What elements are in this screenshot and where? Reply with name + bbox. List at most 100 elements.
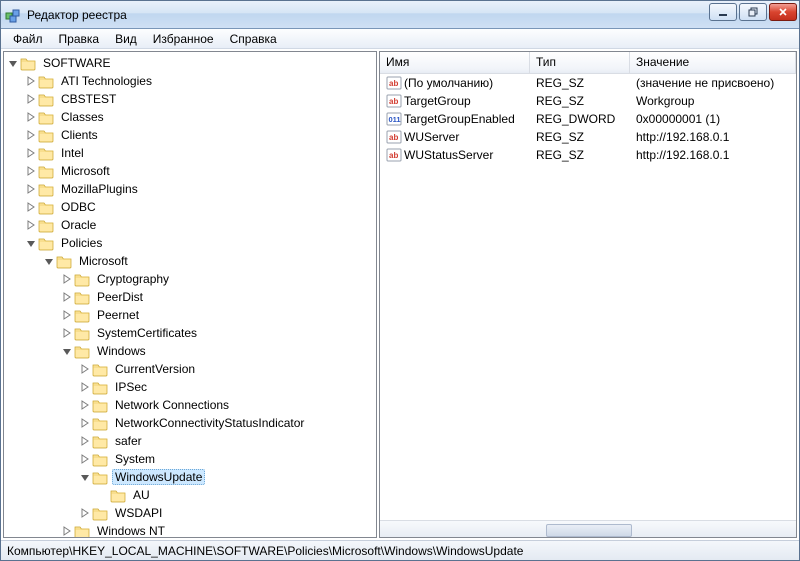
- chevron-down-icon[interactable]: [60, 344, 74, 358]
- folder-icon: [92, 397, 108, 413]
- folder-icon: [38, 109, 54, 125]
- maximize-button[interactable]: [739, 3, 767, 21]
- chevron-right-icon[interactable]: [60, 326, 74, 340]
- tree-node-windowsupdate[interactable]: WindowsUpdate: [76, 468, 376, 486]
- statusbar: Компьютер\HKEY_LOCAL_MACHINE\SOFTWARE\Po…: [1, 540, 799, 560]
- tree-node-software[interactable]: SOFTWARE: [4, 54, 376, 72]
- menu-view[interactable]: Вид: [107, 30, 145, 48]
- chevron-right-icon[interactable]: [24, 128, 38, 142]
- folder-icon: [38, 235, 54, 251]
- tree-node-policies-microsoft[interactable]: Microsoft: [40, 252, 376, 270]
- folder-icon: [92, 361, 108, 377]
- horizontal-scrollbar[interactable]: [380, 520, 796, 537]
- tree-node-netconn[interactable]: Network Connections: [76, 396, 376, 414]
- value-data: http://192.168.0.1: [630, 129, 796, 145]
- tree-node-oracle[interactable]: Oracle: [22, 216, 376, 234]
- folder-icon: [38, 145, 54, 161]
- list-row[interactable]: (По умолчанию)REG_SZ(значение не присвое…: [380, 74, 796, 92]
- folder-icon: [74, 325, 90, 341]
- tree-node-peernet[interactable]: Peernet: [58, 306, 376, 324]
- titlebar: Редактор реестра: [1, 1, 799, 29]
- chevron-right-icon[interactable]: [60, 290, 74, 304]
- column-header-value[interactable]: Значение: [630, 52, 796, 73]
- window-title: Редактор реестра: [27, 8, 127, 22]
- folder-icon: [92, 469, 108, 485]
- tree-node-ipsec[interactable]: IPSec: [76, 378, 376, 396]
- chevron-right-icon[interactable]: [78, 434, 92, 448]
- folder-icon: [38, 91, 54, 107]
- chevron-right-icon[interactable]: [78, 506, 92, 520]
- folder-icon: [92, 379, 108, 395]
- folder-icon: [92, 451, 108, 467]
- chevron-right-icon[interactable]: [24, 74, 38, 88]
- menu-help[interactable]: Справка: [222, 30, 285, 48]
- chevron-right-icon[interactable]: [24, 182, 38, 196]
- menu-edit[interactable]: Правка: [51, 30, 108, 48]
- main-split: SOFTWARE ATI Technologies CBSTEST Classe…: [1, 49, 799, 540]
- tree-node-wsdapi[interactable]: WSDAPI: [76, 504, 376, 522]
- chevron-right-icon[interactable]: [24, 200, 38, 214]
- column-header-type[interactable]: Тип: [530, 52, 630, 73]
- tree-node-clients[interactable]: Clients: [22, 126, 376, 144]
- menubar: Файл Правка Вид Избранное Справка: [1, 29, 799, 49]
- folder-icon: [38, 217, 54, 233]
- chevron-right-icon[interactable]: [24, 218, 38, 232]
- tree-node-ati[interactable]: ATI Technologies: [22, 72, 376, 90]
- chevron-down-icon[interactable]: [78, 470, 92, 484]
- chevron-right-icon[interactable]: [78, 362, 92, 376]
- tree-node-windowsnt[interactable]: Windows NT: [58, 522, 376, 538]
- list-row[interactable]: TargetGroupEnabledREG_DWORD0x00000001 (1…: [380, 110, 796, 128]
- tree-panel[interactable]: SOFTWARE ATI Technologies CBSTEST Classe…: [3, 51, 377, 538]
- menu-favorites[interactable]: Избранное: [145, 30, 222, 48]
- menu-file[interactable]: Файл: [5, 30, 51, 48]
- chevron-right-icon[interactable]: [24, 164, 38, 178]
- chevron-right-icon[interactable]: [78, 380, 92, 394]
- tree-node-mozilla[interactable]: MozillaPlugins: [22, 180, 376, 198]
- string-value-icon: [386, 129, 402, 145]
- tree-node-peerdist[interactable]: PeerDist: [58, 288, 376, 306]
- value-type: REG_DWORD: [530, 111, 630, 127]
- tree-node-microsoft-top[interactable]: Microsoft: [22, 162, 376, 180]
- string-value-icon: [386, 147, 402, 163]
- chevron-down-icon[interactable]: [6, 56, 20, 70]
- folder-icon: [56, 253, 72, 269]
- tree-node-intel[interactable]: Intel: [22, 144, 376, 162]
- chevron-right-icon[interactable]: [24, 92, 38, 106]
- tree-node-au[interactable]: AU: [94, 486, 376, 504]
- column-header-name[interactable]: Имя: [380, 52, 530, 73]
- chevron-right-icon[interactable]: [24, 110, 38, 124]
- chevron-right-icon[interactable]: [24, 146, 38, 160]
- chevron-down-icon[interactable]: [24, 236, 38, 250]
- tree-node-safer[interactable]: safer: [76, 432, 376, 450]
- tree-node-cryptography[interactable]: Cryptography: [58, 270, 376, 288]
- tree-node-system[interactable]: System: [76, 450, 376, 468]
- list-row[interactable]: TargetGroupREG_SZWorkgroup: [380, 92, 796, 110]
- list-row[interactable]: WUStatusServerREG_SZhttp://192.168.0.1: [380, 146, 796, 164]
- chevron-right-icon[interactable]: [60, 272, 74, 286]
- chevron-right-icon[interactable]: [60, 524, 74, 538]
- tree-node-policies[interactable]: Policies: [22, 234, 376, 252]
- chevron-right-icon[interactable]: [78, 416, 92, 430]
- tree-label: SOFTWARE: [40, 55, 114, 71]
- value-type: REG_SZ: [530, 75, 630, 91]
- tree-node-systemcerts[interactable]: SystemCertificates: [58, 324, 376, 342]
- tree-node-cbstest[interactable]: CBSTEST: [22, 90, 376, 108]
- list-row[interactable]: WUServerREG_SZhttp://192.168.0.1: [380, 128, 796, 146]
- chevron-down-icon[interactable]: [42, 254, 56, 268]
- tree-node-currentversion[interactable]: CurrentVersion: [76, 360, 376, 378]
- close-button[interactable]: [769, 3, 797, 21]
- folder-icon: [74, 271, 90, 287]
- tree-node-windows[interactable]: Windows: [58, 342, 376, 360]
- tree-node-classes[interactable]: Classes: [22, 108, 376, 126]
- minimize-button[interactable]: [709, 3, 737, 21]
- tree-node-ncsi[interactable]: NetworkConnectivityStatusIndicator: [76, 414, 376, 432]
- folder-icon: [92, 415, 108, 431]
- tree-node-odbc[interactable]: ODBC: [22, 198, 376, 216]
- list-body[interactable]: (По умолчанию)REG_SZ(значение не присвое…: [380, 74, 796, 520]
- chevron-right-icon[interactable]: [78, 452, 92, 466]
- binary-value-icon: [386, 111, 402, 127]
- list-header: Имя Тип Значение: [380, 52, 796, 74]
- chevron-right-icon[interactable]: [78, 398, 92, 412]
- value-name: TargetGroup: [404, 94, 471, 108]
- chevron-right-icon[interactable]: [60, 308, 74, 322]
